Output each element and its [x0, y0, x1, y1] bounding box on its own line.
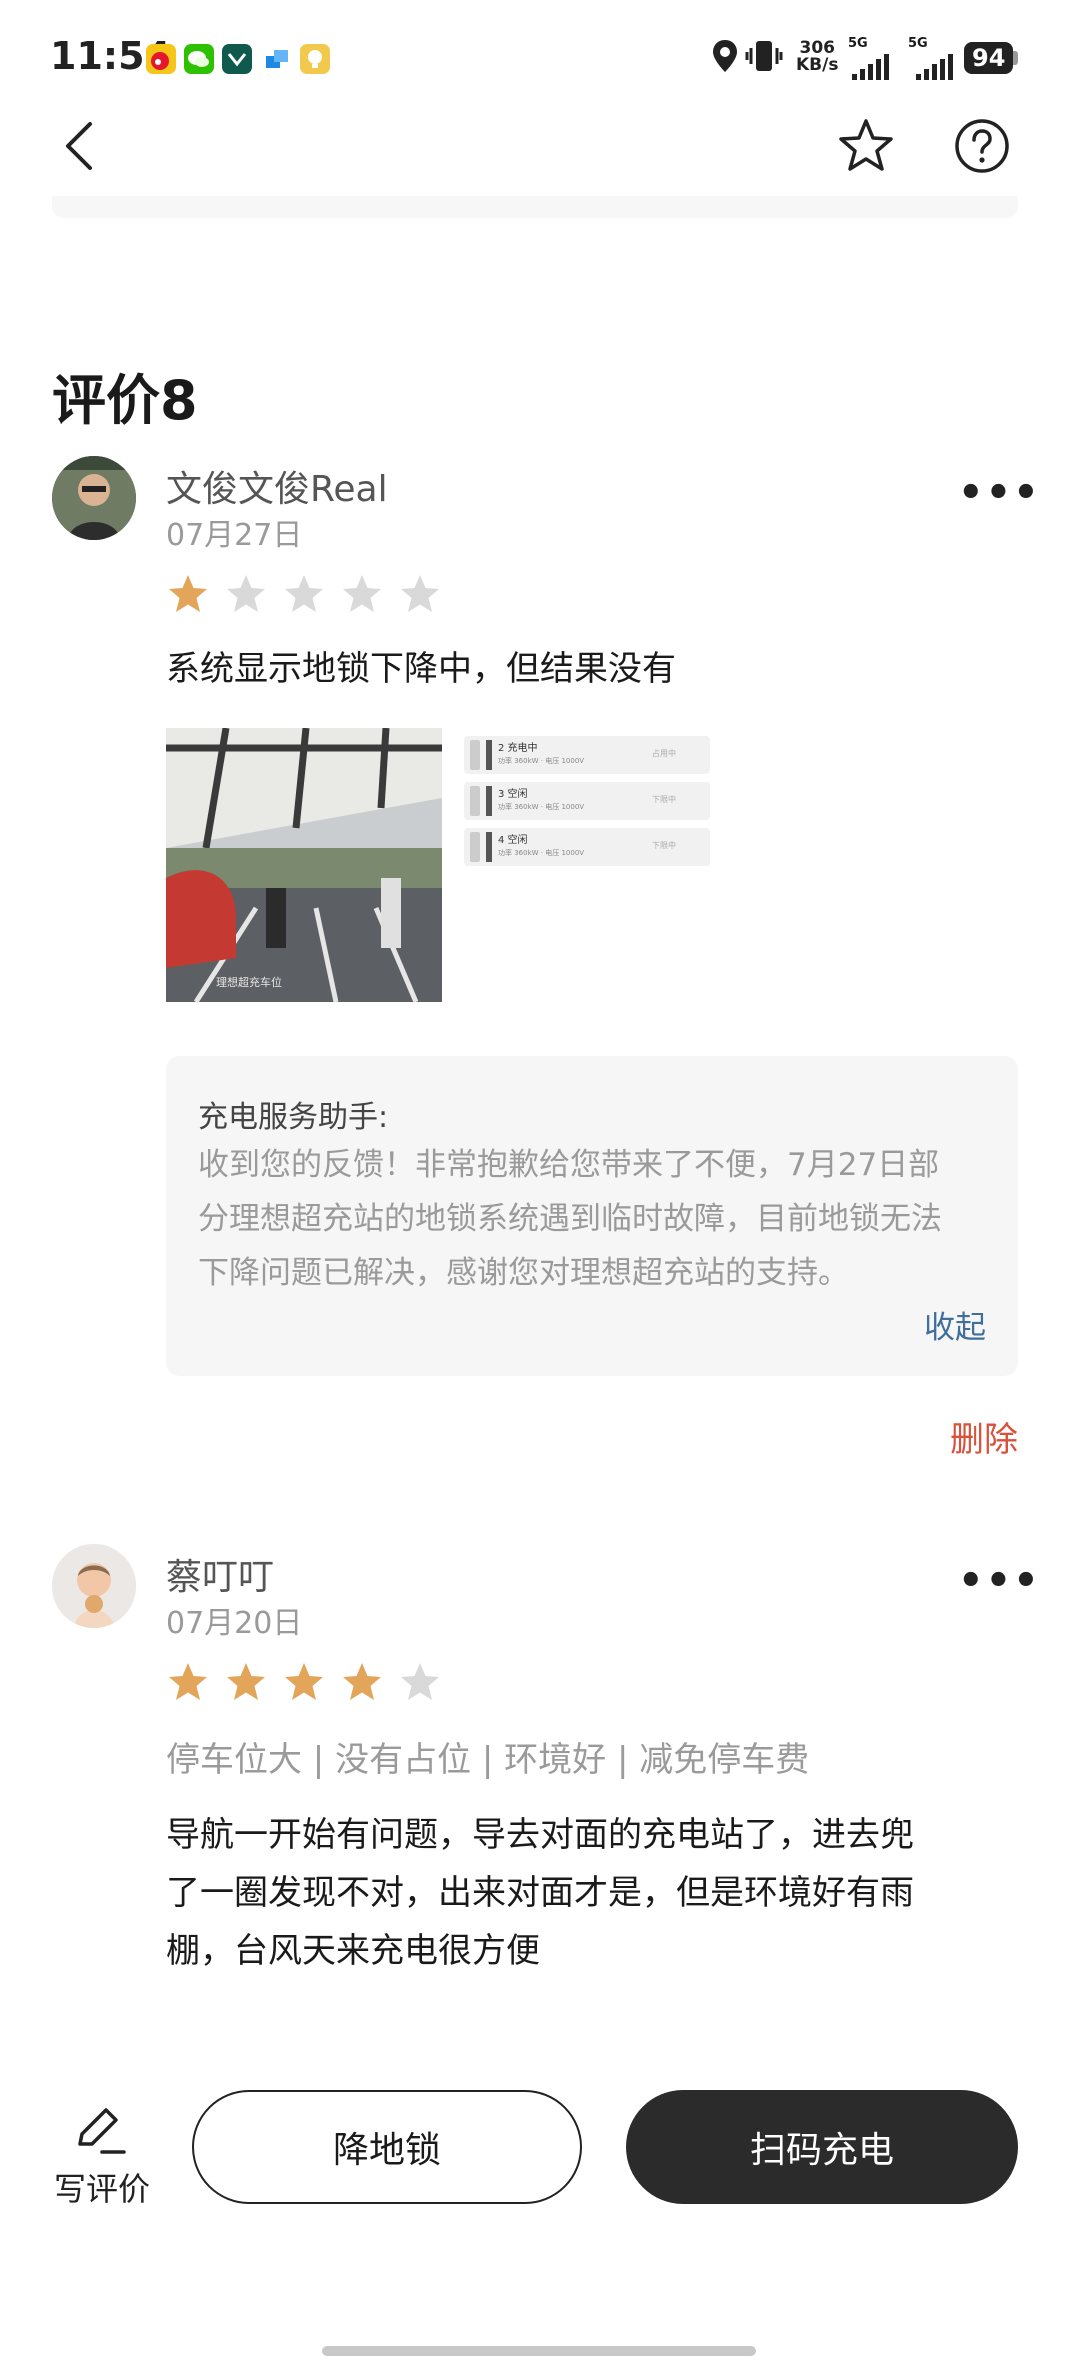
favorite-button[interactable] — [836, 116, 896, 176]
scan-charge-button[interactable]: 扫码充电 — [626, 2090, 1018, 2204]
review-photo[interactable]: 理想超充车位 — [166, 728, 442, 1002]
previous-card-edge — [52, 196, 1018, 218]
write-review-label: 写评价 — [54, 2170, 151, 2208]
bottom-action-bar: 写评价 降地锁 扫码充电 — [0, 2080, 1080, 2376]
star-filled-icon — [285, 1663, 323, 1700]
review-date: 07月20日 — [166, 1606, 303, 1641]
review-date: 07月27日 — [166, 518, 303, 553]
signal-sim2-icon: 5G — [908, 36, 958, 80]
star-empty-icon — [343, 575, 381, 612]
star-filled-icon — [169, 1663, 207, 1700]
star-filled-icon — [343, 1663, 381, 1700]
chevron-left-icon — [66, 122, 92, 170]
vibrate-icon — [744, 36, 784, 76]
help-button[interactable] — [952, 116, 1012, 176]
battery-indicator: 94 — [964, 42, 1019, 74]
more-options-button[interactable]: ••• — [958, 1558, 1041, 1604]
reviews-title: 评价8 — [52, 369, 198, 432]
reply-author: 充电服务助手: — [198, 1100, 389, 1135]
weibo-app-icon — [146, 44, 176, 74]
review-username: 蔡叮叮 — [166, 1557, 275, 1598]
avatar[interactable] — [52, 456, 136, 540]
star-empty-icon — [401, 575, 439, 612]
official-reply: 充电服务助手: 收到您的反馈！非常抱歉给您带来了不便，7月27日部 分理想超充站… — [166, 1056, 1018, 1376]
back-button[interactable] — [58, 118, 102, 174]
more-options-button[interactable]: ••• — [958, 470, 1041, 516]
review-tags: 停车位大 | 没有占位 | 环境好 | 减免停车费 — [166, 1740, 810, 1780]
question-circle-icon — [955, 119, 1009, 173]
screenshot-row: 4 空闲 功率 360kW · 电压 1000V 下限中 — [464, 828, 710, 866]
star-empty-icon — [285, 575, 323, 612]
review-text-line: 了一圈发现不对，出来对面才是，但是环境好有雨 — [166, 1873, 914, 1913]
signal-sim1-icon: 5G — [848, 36, 898, 80]
write-review-button[interactable]: 写评价 — [40, 2094, 160, 2208]
delete-button[interactable]: 删除 — [950, 1412, 1018, 1461]
star-filled-icon — [169, 575, 207, 612]
star-filled-icon — [227, 1663, 265, 1700]
collapse-link[interactable]: 收起 — [924, 1302, 986, 1347]
bulb-app-icon — [300, 44, 330, 74]
star-empty-icon — [401, 1663, 439, 1700]
star-outline-icon — [839, 119, 893, 171]
home-indicator[interactable] — [322, 2346, 756, 2356]
review-screenshot[interactable]: 2 充电中 功率 360kW · 电压 1000V 占用中 3 空闲 功率 360kW … — [458, 728, 718, 918]
review-text-line: 棚，台风天来充电很方便 — [166, 1931, 540, 1971]
pencil-icon — [78, 2108, 126, 2154]
star-rating — [166, 1660, 442, 1704]
review-text: 系统显示地锁下降中，但结果没有 — [166, 649, 676, 689]
screenshot-row: 3 空闲 功率 360kW · 电压 1000V 下限中 — [464, 782, 710, 820]
reply-line: 下降问题已解决，感谢您对理想超充站的支持。 — [198, 1255, 849, 1291]
reply-line: 收到您的反馈！非常抱歉给您带来了不便，7月27日部 — [198, 1147, 940, 1183]
screenshot-row: 2 充电中 功率 360kW · 电压 1000V 占用中 — [464, 736, 710, 774]
star-empty-icon — [227, 575, 265, 612]
star-rating — [166, 572, 442, 616]
wechat-app-icon — [184, 44, 214, 74]
network-speed: 306 KB/s — [796, 38, 839, 75]
chat-app-icon — [222, 44, 252, 74]
photo-caption: 理想超充车位 — [216, 976, 282, 989]
reply-line: 分理想超充站的地锁系统遇到临时故障，目前地锁无法 — [198, 1201, 942, 1237]
cloud-app-icon — [262, 44, 292, 74]
avatar[interactable] — [52, 1544, 136, 1628]
location-icon — [710, 36, 740, 76]
lower-lock-button[interactable]: 降地锁 — [192, 2090, 582, 2204]
review-username: 文俊文俊Real — [166, 469, 388, 510]
review-text-line: 导航一开始有问题，导去对面的充电站了，进去兜 — [166, 1815, 914, 1855]
